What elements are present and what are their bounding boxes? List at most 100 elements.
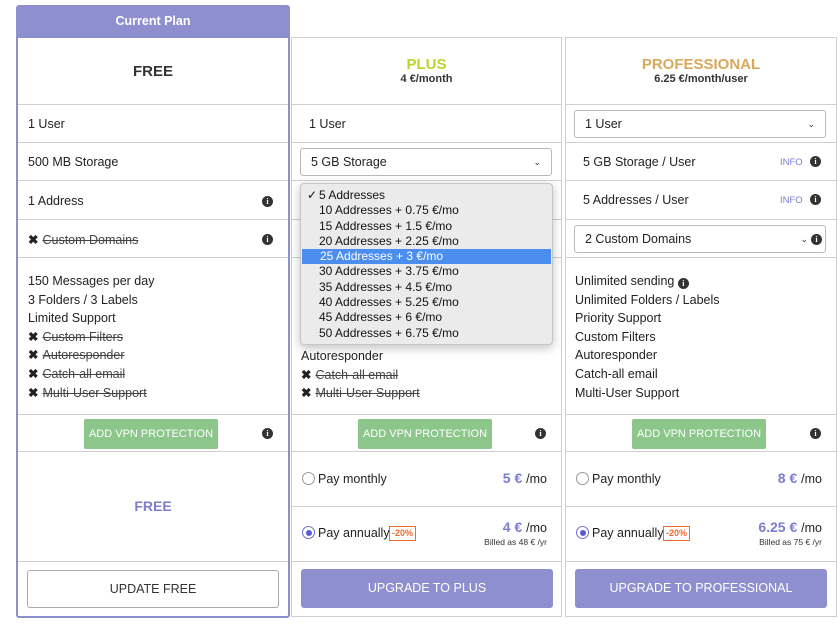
dropdown-option[interactable]: 10 Addresses + 0.75 €/mo [301, 203, 552, 218]
free-users-label: 1 User [28, 117, 65, 131]
plus-users-row: 1 User [292, 105, 561, 143]
info-circle-icon[interactable]: i [810, 156, 821, 167]
professional-monthly-row: Pay monthly 8 € /mo [566, 452, 836, 507]
info-circle-icon[interactable]: i [811, 234, 822, 245]
free-features-cell: 150 Messages per day 3 Folders / 3 Label… [18, 258, 288, 415]
info-circle-icon[interactable]: i [810, 428, 821, 439]
info-circle-icon[interactable]: i [262, 196, 273, 207]
free-plan-name: FREE [132, 63, 173, 80]
professional-storage-label: 5 GB Storage / User [583, 155, 696, 169]
free-price-label: FREE [134, 498, 172, 514]
x-mark-icon: ✖ [28, 329, 39, 344]
x-mark-icon: ✖ [301, 367, 312, 382]
feature-item: Catch-all email [575, 366, 658, 381]
plus-storage-select[interactable]: 5 GB Storage ⌄ [300, 148, 552, 176]
feature-item: ✖ Catch-all email [301, 366, 420, 385]
pay-monthly-label[interactable]: Pay monthly [318, 472, 387, 486]
info-link[interactable]: INFO [780, 195, 803, 206]
feature-item: ✖ Autoresponder [28, 346, 154, 365]
pay-monthly-label[interactable]: Pay monthly [592, 472, 661, 486]
free-features-list: 150 Messages per day 3 Folders / 3 Label… [28, 272, 154, 402]
professional-users-row: 1 User ⌄ [566, 105, 836, 143]
info-circle-icon[interactable]: i [262, 234, 273, 245]
plus-monthly-price: 5 € /mo [502, 470, 547, 486]
add-vpn-button[interactable]: ADD VPN PROTECTION [632, 419, 766, 449]
x-mark-icon: ✖ [28, 385, 39, 400]
professional-price-line: 6.25 €/month/user [654, 73, 748, 85]
info-circle-icon[interactable]: i [262, 428, 273, 439]
feature-item: ✖ Multi-User Support [28, 384, 154, 403]
dropdown-option[interactable]: 15 Addresses + 1.5 €/mo [301, 219, 552, 234]
feature-item: Limited Support [28, 311, 116, 326]
update-free-button[interactable]: UPDATE FREE [27, 570, 279, 608]
discount-badge: -20% [389, 526, 417, 541]
professional-domains-value: 2 Custom Domains [585, 232, 692, 246]
info-circle-icon[interactable]: i [677, 278, 689, 289]
dropdown-option[interactable]: 35 Addresses + 4.5 €/mo [301, 280, 552, 295]
pay-annually-label[interactable]: Pay annually [592, 526, 664, 540]
info-circle-icon[interactable]: i [810, 194, 821, 205]
pay-annually-radio[interactable] [576, 526, 589, 539]
free-users-row: 1 User [18, 105, 288, 143]
info-circle-icon[interactable]: i [535, 428, 546, 439]
pay-monthly-radio[interactable] [302, 472, 315, 485]
feature-item: ✖ Multi-User Support [301, 384, 420, 403]
professional-header-cell: PROFESSIONAL 6.25 €/month/user [566, 38, 836, 105]
dropdown-option[interactable]: ✓ 5 Addresses [301, 188, 552, 203]
dropdown-option[interactable]: 50 Addresses + 6.75 €/mo [301, 326, 552, 341]
pay-annually-label[interactable]: Pay annually [318, 526, 390, 540]
plus-plan-name: PLUS [406, 56, 447, 73]
x-mark-icon: ✖ [301, 386, 312, 401]
dropdown-option[interactable]: 20 Addresses + 2.25 €/mo [301, 234, 552, 249]
professional-features-list: Unlimited sending i Unlimited Folders / … [575, 272, 720, 402]
professional-addresses-row: 5 Addresses / User INFO i [566, 181, 836, 220]
professional-domains-select[interactable]: 2 Custom Domains ⌄ i [574, 225, 826, 253]
x-mark-icon: ✖ [28, 233, 39, 247]
feature-item: ✖ Custom Filters [28, 328, 154, 347]
add-vpn-button[interactable]: ADD VPN PROTECTION [84, 419, 218, 449]
dropdown-option-highlighted[interactable]: 25 Addresses + 3 €/mo [302, 249, 551, 265]
plus-features-list: Autoresponder ✖ Catch-all email ✖ Multi-Us… [301, 347, 420, 403]
current-plan-banner: Current Plan [18, 7, 288, 38]
upgrade-to-professional-button[interactable]: UPGRADE TO PROFESSIONAL [575, 569, 827, 608]
dropdown-option[interactable]: 40 Addresses + 5.25 €/mo [301, 295, 552, 310]
free-storage-label: 500 MB Storage [28, 155, 119, 169]
free-vpn-row: ADD VPN PROTECTION i [18, 415, 288, 452]
professional-billed-text: Billed as 75 € /yr [759, 537, 822, 547]
x-mark-icon: ✖ [28, 348, 39, 363]
addresses-dropdown-menu[interactable]: ✓ 5 Addresses 10 Addresses + 0.75 €/mo 15… [300, 183, 553, 345]
plus-billed-text: Billed as 48 € /yr [484, 537, 547, 547]
pay-annually-radio[interactable] [302, 526, 315, 539]
professional-features-cell: Unlimited sending i Unlimited Folders / … [566, 258, 836, 415]
plus-annual-price: 4 € /mo [502, 519, 547, 535]
add-vpn-button[interactable]: ADD VPN PROTECTION [358, 419, 492, 449]
professional-plan-name: PROFESSIONAL [641, 56, 761, 73]
free-addresses-label: 1 Address [28, 194, 84, 208]
free-header-cell: FREE [18, 38, 288, 105]
plus-storage-value: 5 GB Storage [311, 155, 387, 169]
feature-item: Multi-User Support [575, 385, 680, 400]
dropdown-option[interactable]: 45 Addresses + 6 €/mo [301, 310, 552, 325]
plus-storage-row: 5 GB Storage ⌄ [292, 143, 561, 181]
plus-monthly-row: Pay monthly 5 € /mo [292, 452, 561, 507]
pay-monthly-radio[interactable] [576, 472, 589, 485]
feature-item: Unlimited Folders / Labels [575, 292, 720, 307]
professional-users-select[interactable]: 1 User ⌄ [574, 110, 826, 138]
free-price-cell: FREE [18, 452, 288, 562]
professional-domains-row: 2 Custom Domains ⌄ i [566, 220, 836, 258]
professional-annual-price: 6.25 € /mo [758, 519, 822, 535]
free-addresses-row: 1 Address i [18, 181, 288, 220]
upgrade-to-plus-button[interactable]: UPGRADE TO PLUS [301, 569, 553, 608]
feature-item: Autoresponder [301, 349, 384, 363]
chevron-down-icon: ⌄ [807, 119, 815, 129]
plus-vpn-row: ADD VPN PROTECTION i [292, 415, 561, 452]
feature-item: 3 Folders / 3 Labels [28, 292, 138, 307]
feature-item: Priority Support [575, 311, 662, 326]
dropdown-option[interactable]: 30 Addresses + 3.75 €/mo [301, 264, 552, 279]
professional-addresses-label: 5 Addresses / User [583, 193, 689, 207]
professional-plan-column: PROFESSIONAL 6.25 €/month/user 1 User ⌄ … [565, 37, 837, 617]
plus-users-label: 1 User [309, 117, 346, 131]
free-domains-row: ✖ Custom Domains i [18, 220, 288, 258]
plus-price-line: 4 €/month [400, 73, 453, 85]
info-link[interactable]: INFO [780, 157, 803, 168]
